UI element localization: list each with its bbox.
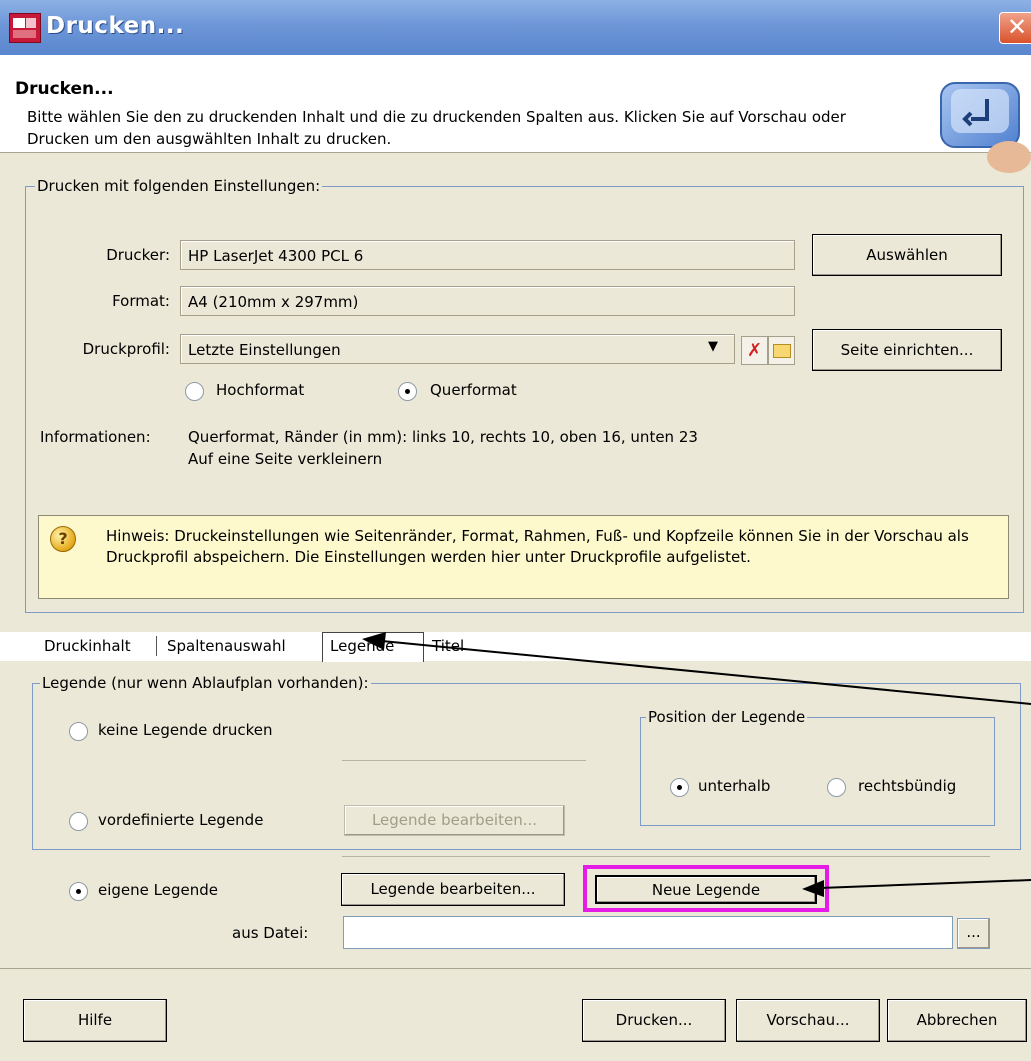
arrowhead-legend-tab	[362, 632, 386, 650]
footer-divider	[0, 968, 1031, 969]
arrow-to-legend-tab	[381, 640, 1031, 705]
annotation-arrows	[362, 632, 1031, 897]
preview-button[interactable]: Vorschau...	[736, 999, 880, 1042]
print-button[interactable]: Drucken...	[582, 999, 726, 1042]
arrow-to-new-legend	[819, 879, 1031, 889]
help-button[interactable]: Hilfe	[23, 999, 167, 1042]
cancel-button[interactable]: Abbrechen	[887, 999, 1027, 1042]
arrowhead-new-legend	[802, 880, 824, 897]
